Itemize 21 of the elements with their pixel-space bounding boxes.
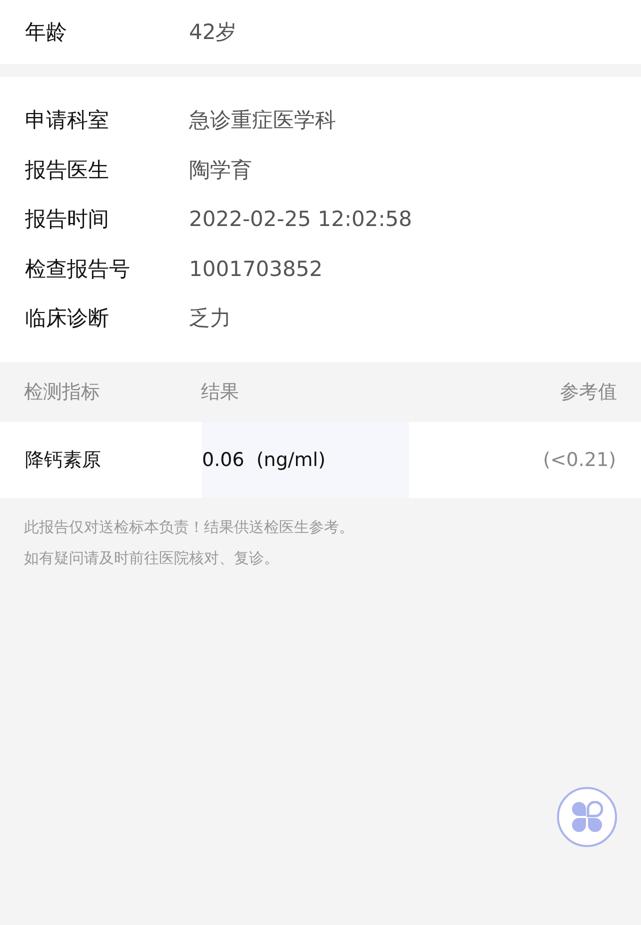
field-value: 乏力 <box>189 305 231 332</box>
disclaimer-text: 如有疑问请及时前往医院核对、复诊。 <box>24 549 280 568</box>
field-value: 2022-02-25 12:02:58 <box>189 207 412 232</box>
field-value: 急诊重症医学科 <box>189 107 336 134</box>
field-label: 申请科室 <box>25 107 110 134</box>
field-value: 42岁 <box>189 18 237 46</box>
disclaimer-text: 此报告仅对送检标本负责！结果供送检医生参考。 <box>24 518 355 537</box>
column-header: 检测指标 <box>24 380 101 405</box>
field-label: 临床诊断 <box>25 305 110 332</box>
field-value: 1001703852 <box>189 256 323 281</box>
field-label: 报告医生 <box>25 156 110 184</box>
clover-icon <box>571 801 603 833</box>
table-cell-text: (<0.21) <box>542 448 617 473</box>
field-value: 陶学育 <box>189 156 252 184</box>
table-cell-text: 降钙素原 <box>24 448 102 473</box>
field-label: 年龄 <box>25 18 68 46</box>
table-cell: 0.06 (ng/ml) <box>202 422 409 498</box>
column-header: 结果 <box>201 380 240 405</box>
column-header: 参考值 <box>559 380 617 405</box>
field-label: 报告时间 <box>25 206 110 234</box>
field-label: 检查报告号 <box>25 256 131 283</box>
